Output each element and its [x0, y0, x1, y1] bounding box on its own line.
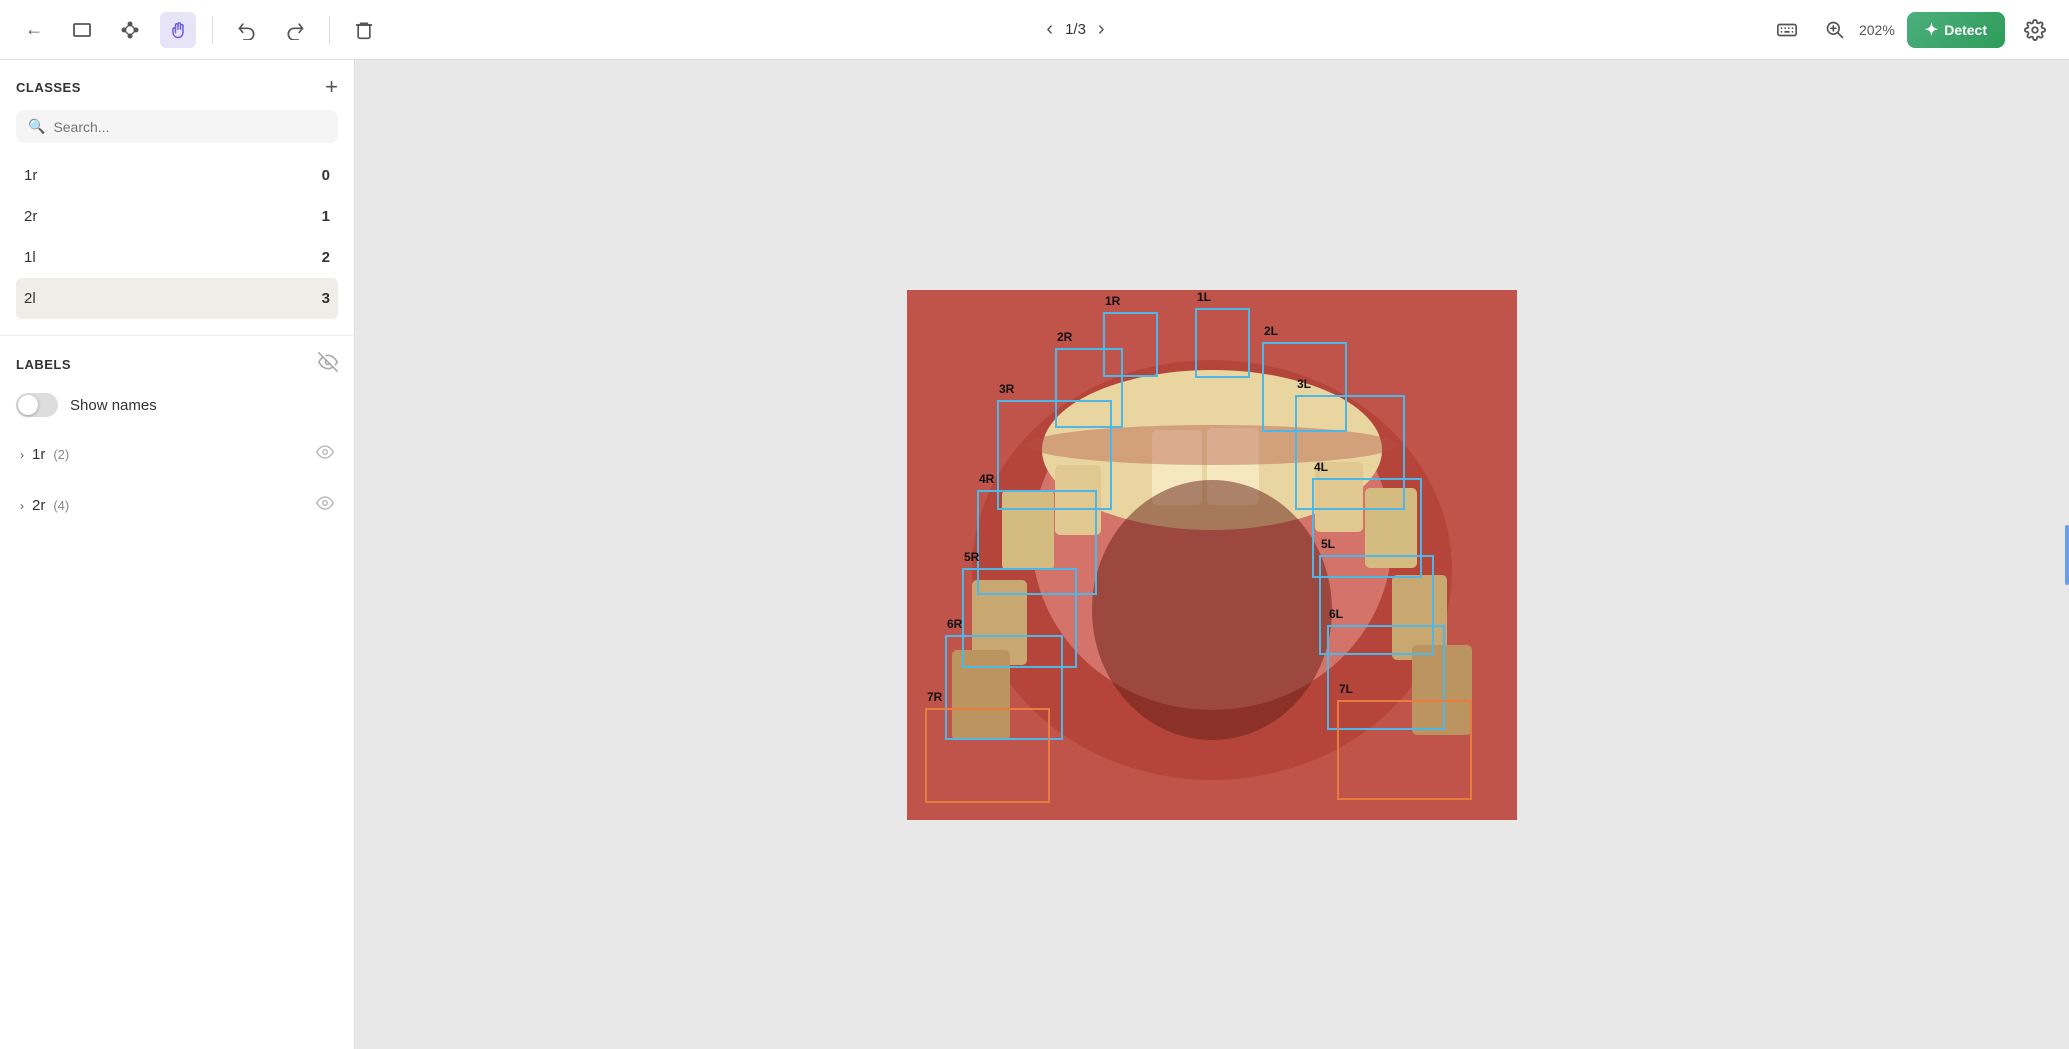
settings-icon	[2024, 19, 2046, 41]
detect-button[interactable]: ✦ Detect	[1907, 12, 2005, 48]
scroll-indicator	[2065, 525, 2069, 585]
rect-icon	[72, 20, 92, 40]
class-count-2r: 1	[322, 208, 330, 225]
page-info: 1/3	[1065, 21, 1086, 38]
class-list: 1r 0 2r 1 1l 2 2l 3	[16, 155, 338, 319]
toolbar-right: 202% ✦ Detect	[1769, 12, 2053, 48]
class-item-1r[interactable]: 1r 0	[16, 155, 338, 196]
labels-header: LABELS	[16, 352, 338, 377]
trash-icon	[354, 20, 374, 40]
label-group-2r-header[interactable]: › 2r (4)	[16, 484, 338, 527]
labels-section: LABELS Show names › 1r (2)	[0, 336, 354, 551]
node-tool-button[interactable]	[112, 12, 148, 48]
eye-icon-2r	[316, 494, 334, 512]
toggle-knob	[18, 395, 38, 415]
sidebar: CLASSES + 🔍 1r 0 2r 1 1l 2	[0, 60, 355, 1049]
label-group-1r: › 1r (2)	[16, 433, 338, 476]
hand-icon	[168, 20, 188, 40]
dental-image	[907, 290, 1517, 820]
search-input[interactable]	[53, 119, 326, 135]
detect-label: Detect	[1944, 22, 1987, 38]
class-name-1l: 1l	[24, 249, 36, 266]
label-group-2r-left: › 2r (4)	[20, 497, 69, 514]
eye-slash-icon	[318, 352, 338, 372]
labels-title: LABELS	[16, 357, 71, 372]
classes-title: CLASSES	[16, 80, 81, 95]
show-names-row: Show names	[16, 393, 338, 417]
label-group-2r-eye-button[interactable]	[316, 494, 334, 517]
back-button[interactable]: ←	[16, 12, 52, 48]
classes-section: CLASSES + 🔍 1r 0 2r 1 1l 2	[0, 60, 354, 336]
prev-page-button[interactable]: ‹	[1046, 18, 1053, 41]
separator-2	[329, 16, 330, 44]
label-group-1r-header[interactable]: › 1r (2)	[16, 433, 338, 476]
hand-tool-button[interactable]	[160, 12, 196, 48]
canvas-area[interactable]: 1R 1L 2R 2L 3R 3L 4R	[355, 60, 2069, 1049]
image-container: 1R 1L 2R 2L 3R 3L 4R	[907, 290, 1517, 820]
label-group-name-2r: 2r	[32, 497, 45, 514]
label-group-name-1r: 1r	[32, 446, 45, 463]
class-name-1r: 1r	[24, 167, 37, 184]
rect-tool-button[interactable]	[64, 12, 100, 48]
node-icon	[120, 20, 140, 40]
toolbar-center: ‹ 1/3 ›	[394, 18, 1757, 41]
class-count-1r: 0	[322, 167, 330, 184]
toolbar: ← ‹ 1/3 › 202% ✦ Detect	[0, 0, 2069, 60]
separator-1	[212, 16, 213, 44]
class-item-2r[interactable]: 2r 1	[16, 196, 338, 237]
next-page-button[interactable]: ›	[1098, 18, 1105, 41]
keyboard-icon	[1776, 19, 1798, 41]
label-group-1r-eye-button[interactable]	[316, 443, 334, 466]
detect-star-icon: ✦	[1925, 20, 1938, 40]
class-name-2l: 2l	[24, 290, 36, 307]
show-names-label: Show names	[70, 397, 157, 414]
classes-header: CLASSES +	[16, 76, 338, 98]
labels-visibility-button[interactable]	[318, 352, 338, 377]
keyboard-button[interactable]	[1769, 12, 1805, 48]
settings-button[interactable]	[2017, 12, 2053, 48]
class-count-2l: 3	[322, 290, 330, 307]
add-class-button[interactable]: +	[325, 76, 338, 98]
label-group-1r-left: › 1r (2)	[20, 446, 69, 463]
back-icon: ←	[25, 19, 43, 40]
search-icon: 🔍	[28, 118, 45, 135]
zoom-level: 202%	[1859, 22, 1895, 38]
main-content: CLASSES + 🔍 1r 0 2r 1 1l 2	[0, 60, 2069, 1049]
show-names-toggle[interactable]	[16, 393, 58, 417]
undo-icon	[237, 20, 257, 40]
class-item-1l[interactable]: 1l 2	[16, 237, 338, 278]
label-group-2r: › 2r (4)	[16, 484, 338, 527]
zoom-in-button[interactable]	[1817, 12, 1853, 48]
delete-button[interactable]	[346, 12, 382, 48]
redo-icon	[285, 20, 305, 40]
undo-button[interactable]	[229, 12, 265, 48]
label-group-count-2r: (4)	[53, 498, 69, 513]
redo-button[interactable]	[277, 12, 313, 48]
label-group-count-1r: (2)	[53, 447, 69, 462]
class-count-1l: 2	[322, 249, 330, 266]
chevron-right-icon-2r: ›	[20, 499, 24, 513]
search-box: 🔍	[16, 110, 338, 143]
class-item-2l[interactable]: 2l 3	[16, 278, 338, 319]
zoom-control: 202%	[1817, 12, 1895, 48]
eye-icon-1r	[316, 443, 334, 461]
zoom-in-icon	[1825, 20, 1845, 40]
class-name-2r: 2r	[24, 208, 37, 225]
chevron-right-icon-1r: ›	[20, 448, 24, 462]
